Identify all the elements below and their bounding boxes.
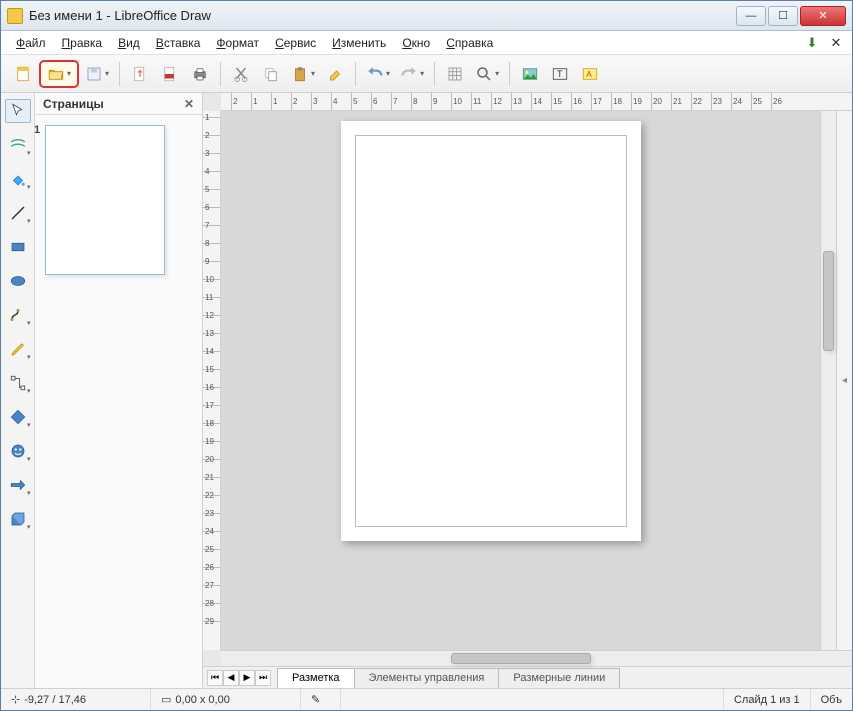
- grid-button[interactable]: [441, 60, 469, 88]
- download-icon[interactable]: ⬇: [804, 35, 820, 51]
- redo-button[interactable]: ▾: [396, 60, 428, 88]
- vertical-ruler[interactable]: 1234567891011121314151617181920212223242…: [203, 111, 221, 650]
- undo-button[interactable]: ▾: [362, 60, 394, 88]
- pages-panel: Страницы ✕ 1: [35, 93, 203, 688]
- pages-panel-header: Страницы ✕: [35, 93, 202, 115]
- menu-format[interactable]: Формат: [209, 33, 266, 53]
- open-button[interactable]: ▾: [39, 60, 79, 88]
- status-slides: Слайд 1 из 1: [724, 689, 811, 710]
- menubar: Файл Правка Вид Вставка Формат Сервис Из…: [1, 31, 852, 55]
- fontwork-button[interactable]: A: [576, 60, 604, 88]
- curve-tool[interactable]: ▾: [5, 303, 31, 327]
- insert-image-button[interactable]: [516, 60, 544, 88]
- symbol-shapes-tool[interactable]: ▾: [5, 439, 31, 463]
- select-tool[interactable]: [5, 99, 31, 123]
- workspace: ▾ ▾ ▾ ▾ ▾ ▾ ▾ ▾ ▾ ▾ Страницы ✕ 1: [1, 93, 852, 688]
- status-object: Объ: [811, 689, 852, 710]
- horizontal-scrollbar[interactable]: [221, 650, 852, 666]
- save-button[interactable]: ▾: [81, 60, 113, 88]
- ellipse-tool[interactable]: [5, 269, 31, 293]
- cut-button[interactable]: [227, 60, 255, 88]
- menu-tools[interactable]: Сервис: [268, 33, 323, 53]
- line-color-tool[interactable]: ▾: [5, 133, 31, 157]
- close-doc-icon[interactable]: ✕: [828, 35, 844, 51]
- svg-text:A: A: [586, 70, 592, 79]
- print-button[interactable]: [186, 60, 214, 88]
- tab-first-button[interactable]: ⏮: [207, 670, 223, 686]
- basic-shapes-tool[interactable]: ▾: [5, 405, 31, 429]
- text-box-button[interactable]: T: [546, 60, 574, 88]
- page-number: 1: [34, 124, 40, 136]
- vertical-scrollbar[interactable]: [820, 111, 836, 650]
- rectangle-tool[interactable]: [5, 235, 31, 259]
- connector-tool[interactable]: ▾: [5, 371, 31, 395]
- paste-button[interactable]: ▾: [287, 60, 319, 88]
- export-button[interactable]: [126, 60, 154, 88]
- status-signature[interactable]: ✎: [301, 689, 341, 710]
- status-coordinates: ⊹-9,27 / 17,46: [1, 689, 151, 710]
- right-sidebar-toggle[interactable]: ◂: [836, 111, 852, 650]
- arrow-shapes-tool[interactable]: ▾: [5, 473, 31, 497]
- menu-window[interactable]: Окно: [395, 33, 437, 53]
- close-button[interactable]: ✕: [800, 6, 846, 26]
- tab-prev-button[interactable]: ◀: [223, 670, 239, 686]
- tab-controls[interactable]: Элементы управления: [354, 668, 500, 688]
- app-window: Без имени 1 - LibreOffice Draw — ☐ ✕ Фай…: [0, 0, 853, 711]
- app-icon: [7, 8, 23, 24]
- menu-edit[interactable]: Правка: [55, 33, 110, 53]
- canvas-area: 2112345678910111213141516171819202122232…: [203, 93, 852, 688]
- fill-color-tool[interactable]: ▾: [5, 167, 31, 191]
- drawing-toolbar: ▾ ▾ ▾ ▾ ▾ ▾ ▾ ▾ ▾ ▾: [1, 93, 35, 688]
- main-toolbar: ▾ ▾ ▾ ▾ ▾ ▾ T A: [1, 55, 852, 93]
- horizontal-ruler[interactable]: 2112345678910111213141516171819202122232…: [221, 93, 852, 111]
- line-tool[interactable]: ▾: [5, 201, 31, 225]
- tab-last-button[interactable]: ⏭: [255, 670, 271, 686]
- status-spacer: [341, 689, 724, 710]
- format-paintbrush-button[interactable]: [321, 60, 349, 88]
- layer-tabbar: ⏮ ◀ ▶ ⏭ Разметка Элементы управления Раз…: [203, 666, 852, 688]
- minimize-button[interactable]: —: [736, 6, 766, 26]
- window-title: Без имени 1 - LibreOffice Draw: [29, 8, 736, 23]
- window-controls: — ☐ ✕: [736, 6, 846, 26]
- menu-file[interactable]: Файл: [9, 33, 53, 53]
- status-size: ▭0,00 x 0,00: [151, 689, 301, 710]
- tab-dimlines[interactable]: Размерные линии: [498, 668, 620, 688]
- page-thumbnails: 1: [35, 115, 202, 688]
- export-pdf-button[interactable]: [156, 60, 184, 88]
- canvas[interactable]: [221, 111, 820, 650]
- menu-insert[interactable]: Вставка: [149, 33, 208, 53]
- close-panel-icon[interactable]: ✕: [184, 97, 194, 111]
- statusbar: ⊹-9,27 / 17,46 ▭0,00 x 0,00 ✎ Слайд 1 из…: [1, 688, 852, 710]
- menu-modify[interactable]: Изменить: [325, 33, 393, 53]
- tab-layout[interactable]: Разметка: [277, 668, 355, 688]
- menu-view[interactable]: Вид: [111, 33, 147, 53]
- pencil-tool[interactable]: ▾: [5, 337, 31, 361]
- copy-button[interactable]: [257, 60, 285, 88]
- pages-panel-title: Страницы: [43, 97, 104, 111]
- menu-help[interactable]: Справка: [439, 33, 500, 53]
- svg-text:T: T: [557, 69, 563, 79]
- tab-nav: ⏮ ◀ ▶ ⏭: [207, 670, 271, 686]
- page-thumbnail[interactable]: 1: [45, 125, 165, 275]
- zoom-button[interactable]: ▾: [471, 60, 503, 88]
- drawing-page[interactable]: [341, 121, 641, 541]
- maximize-button[interactable]: ☐: [768, 6, 798, 26]
- 3d-shapes-tool[interactable]: ▾: [5, 507, 31, 531]
- titlebar: Без имени 1 - LibreOffice Draw — ☐ ✕: [1, 1, 852, 31]
- tab-next-button[interactable]: ▶: [239, 670, 255, 686]
- new-doc-button[interactable]: [9, 60, 37, 88]
